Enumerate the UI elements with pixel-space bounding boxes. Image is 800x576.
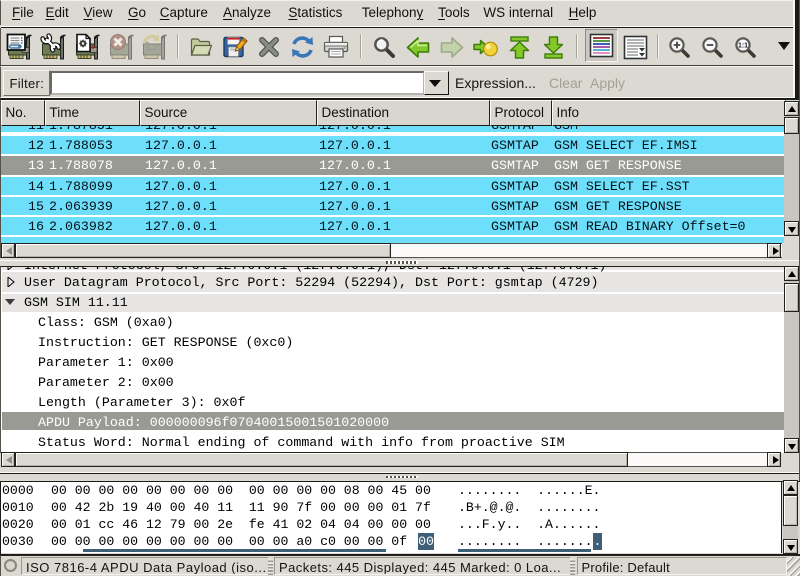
svg-text:1:1: 1:1 (738, 42, 748, 49)
